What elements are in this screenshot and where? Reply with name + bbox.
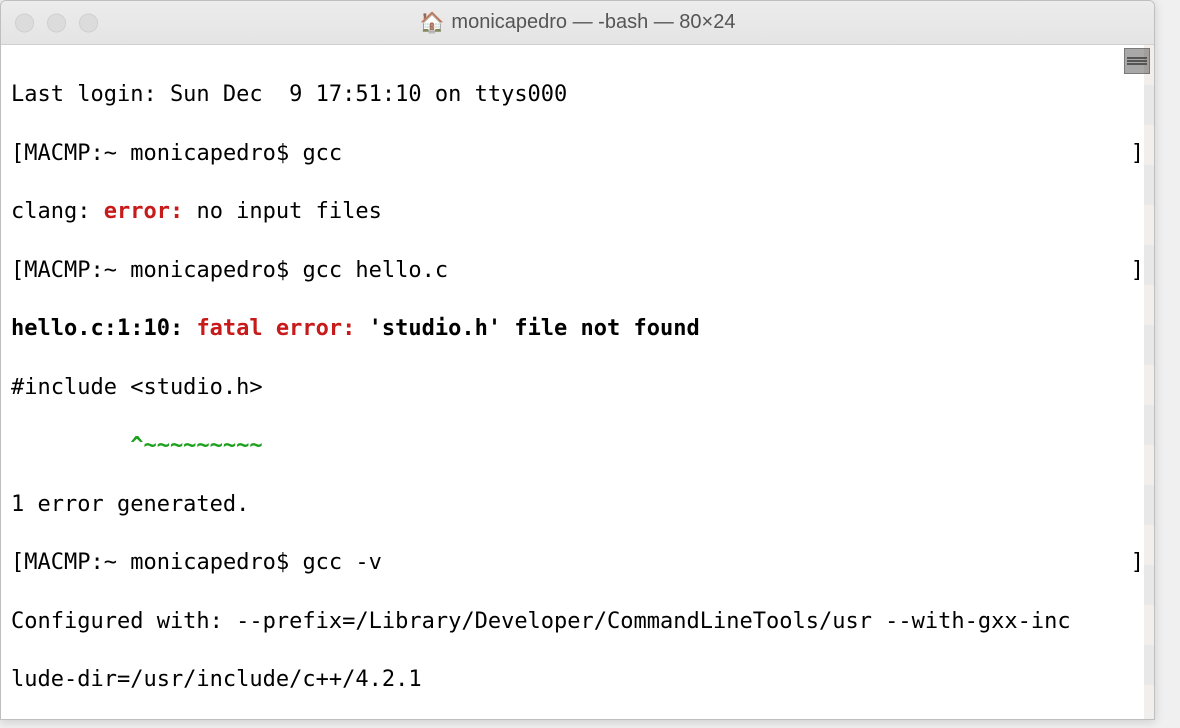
titlebar[interactable]: 🏠 monicapedro — -bash — 80×24 <box>1 1 1154 45</box>
include-line: #include <studio.h> <box>11 373 1144 402</box>
caret-line: ^~~~~~~~~~ <box>11 431 1144 460</box>
clang-error-line: clang: error: no input files <box>11 197 1144 226</box>
prompt-row: [MACMP:~ monicapedro$ gcc] <box>11 139 1144 168</box>
fatal-error-line: hello.c:1:10: fatal error: 'studio.h' fi… <box>11 314 1144 343</box>
prompt-2: MACMP:~ monicapedro$ gcc hello.c <box>24 256 448 285</box>
error-count-line: 1 error generated. <box>11 490 1144 519</box>
prompt-row: [MACMP:~ monicapedro$ gcc hello.c] <box>11 256 1144 285</box>
home-icon: 🏠 <box>420 13 445 33</box>
terminal-window: 🏠 monicapedro — -bash — 80×24 Last login… <box>0 0 1155 720</box>
configured-line-2: lude-dir=/usr/include/c++/4.2.1 <box>11 665 1144 694</box>
last-login-line: Last login: Sun Dec 9 17:51:10 on ttys00… <box>11 80 1144 109</box>
prompt-3: MACMP:~ monicapedro$ gcc -v <box>24 548 382 577</box>
error-label: error: <box>104 199 183 224</box>
close-button[interactable] <box>15 13 34 32</box>
configured-line-1: Configured with: --prefix=/Library/Devel… <box>11 607 1144 636</box>
fatal-error-label: fatal error: <box>196 316 368 341</box>
maximize-button[interactable] <box>79 13 98 32</box>
prompt-row: [MACMP:~ monicapedro$ gcc -v] <box>11 548 1144 577</box>
minimize-button[interactable] <box>47 13 66 32</box>
prompt-1: MACMP:~ monicapedro$ gcc <box>24 139 342 168</box>
terminal-output[interactable]: Last login: Sun Dec 9 17:51:10 on ttys00… <box>1 45 1154 719</box>
window-right-edge-decor <box>1144 45 1154 719</box>
window-title: 🏠 monicapedro — -bash — 80×24 <box>420 11 736 34</box>
traffic-lights <box>15 13 98 32</box>
window-title-text: monicapedro — -bash — 80×24 <box>451 11 735 34</box>
